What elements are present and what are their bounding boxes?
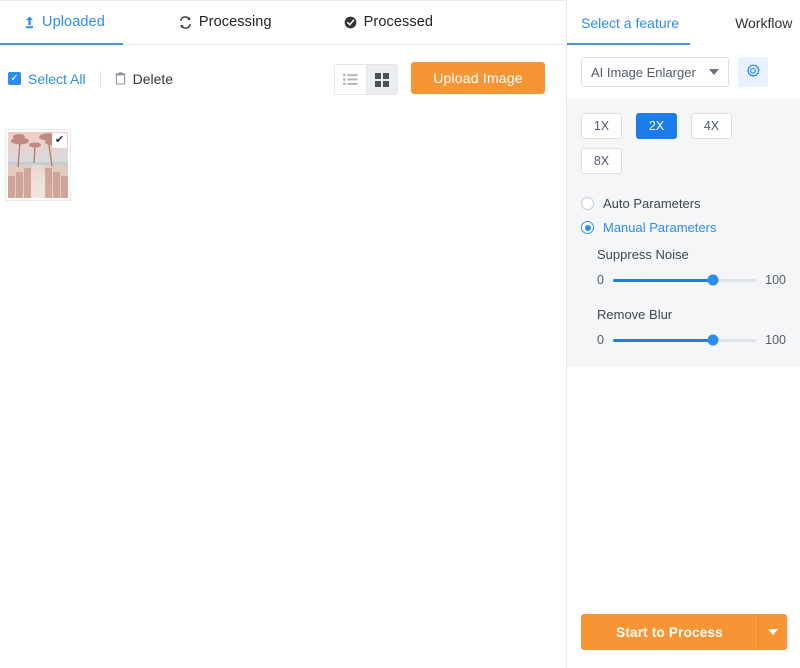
suppress-noise-slider[interactable]: 0 100 — [597, 273, 786, 287]
remove-blur-track[interactable] — [612, 334, 757, 346]
suppress-noise-fill — [612, 278, 714, 282]
gallery-item[interactable]: ✔ — [5, 129, 71, 201]
parameters-section: 1X 2X 4X 8X Auto Parameters Manual Param… — [567, 99, 800, 367]
tab-processing-label: Processing — [198, 14, 272, 30]
scale-2x-button[interactable]: 2X — [636, 113, 677, 139]
feature-select[interactable]: AI Image Enlarger — [581, 57, 729, 87]
grid-icon — [375, 72, 389, 87]
start-to-process-button[interactable]: Start to Process — [581, 614, 758, 650]
remove-blur-group: Remove Blur 0 100 — [567, 307, 800, 347]
feature-panel: Select a feature Workflow AI Image Enlar… — [566, 0, 800, 668]
panel-tab-bar: Select a feature Workflow — [567, 0, 800, 45]
list-view-button[interactable] — [335, 65, 366, 94]
tab-uploaded[interactable]: Uploaded — [14, 0, 115, 44]
delete-label: Delete — [132, 70, 174, 87]
scale-4x-button[interactable]: 4X — [691, 113, 732, 139]
select-all-control[interactable]: ✓ Select All — [8, 71, 86, 87]
trash-icon — [114, 72, 126, 85]
select-all-checkbox[interactable]: ✓ — [8, 72, 21, 85]
list-icon — [343, 73, 358, 86]
remove-blur-knob[interactable] — [707, 334, 719, 346]
radio-auto-indicator[interactable] — [581, 197, 594, 210]
view-mode-toggle — [334, 64, 398, 95]
item-selected-badge[interactable]: ✔ — [52, 133, 67, 148]
beach-boardwalk-thumbnail: ✔ — [8, 132, 68, 198]
tab-processed-label: Processed — [363, 14, 434, 30]
uploaded-gallery: ✔ — [0, 112, 565, 668]
radio-manual-indicator[interactable] — [581, 221, 594, 234]
toolbar-divider — [99, 70, 101, 87]
remove-blur-label: Remove Blur — [597, 307, 673, 322]
radio-auto-parameters[interactable]: Auto Parameters — [581, 196, 800, 211]
radio-manual-label: Manual Parameters — [603, 220, 717, 235]
start-to-process-group: Start to Process — [581, 614, 787, 650]
suppress-noise-knob[interactable] — [707, 274, 719, 286]
tab-processing[interactable]: Processing — [169, 0, 282, 44]
remove-blur-fill — [612, 338, 714, 342]
feature-selector-row: AI Image Enlarger — [567, 45, 800, 99]
parameter-mode-group: Auto Parameters Manual Parameters — [567, 196, 800, 235]
scale-1x-button[interactable]: 1X — [581, 113, 622, 139]
select-all-label: Select All — [28, 70, 86, 87]
suppress-noise-label: Suppress Noise — [597, 247, 689, 262]
grid-view-button[interactable] — [366, 65, 397, 94]
panel-footer: Start to Process — [567, 614, 800, 668]
feature-select-value: AI Image Enlarger — [591, 64, 696, 80]
suppress-noise-track[interactable] — [612, 274, 757, 286]
suppress-noise-max: 100 — [765, 273, 786, 287]
tab-select-a-feature[interactable]: Select a feature — [581, 15, 679, 31]
sync-icon — [179, 15, 192, 29]
gear-icon — [745, 64, 761, 80]
remove-blur-min: 0 — [597, 333, 604, 347]
suppress-noise-min: 0 — [597, 273, 604, 287]
tab-uploaded-label: Uploaded — [42, 14, 105, 30]
scale-options: 1X 2X 4X 8X — [567, 113, 767, 174]
start-options-button[interactable] — [758, 614, 787, 650]
scale-8x-button[interactable]: 8X — [581, 148, 622, 174]
tab-processed[interactable]: Processed — [334, 0, 443, 44]
upload-icon — [24, 16, 35, 29]
app-root: Uploaded Processing Processed ✓ Select A… — [0, 0, 800, 668]
remove-blur-slider[interactable]: 0 100 — [597, 333, 786, 347]
check-circle-icon — [344, 16, 357, 29]
radio-auto-label: Auto Parameters — [603, 196, 701, 211]
suppress-noise-group: Suppress Noise 0 100 — [567, 247, 800, 287]
radio-manual-parameters[interactable]: Manual Parameters — [581, 220, 800, 235]
upload-image-button[interactable]: Upload Image — [411, 62, 545, 94]
chevron-down-icon — [768, 629, 778, 635]
panel-active-tab-indicator — [567, 43, 690, 45]
feature-settings-button[interactable] — [738, 57, 768, 87]
chevron-down-icon — [709, 69, 719, 75]
delete-button[interactable]: Delete — [114, 70, 174, 87]
tab-workflow[interactable]: Workflow — [735, 15, 792, 31]
main-tab-bar: Uploaded Processing Processed — [0, 0, 565, 45]
remove-blur-max: 100 — [765, 333, 786, 347]
